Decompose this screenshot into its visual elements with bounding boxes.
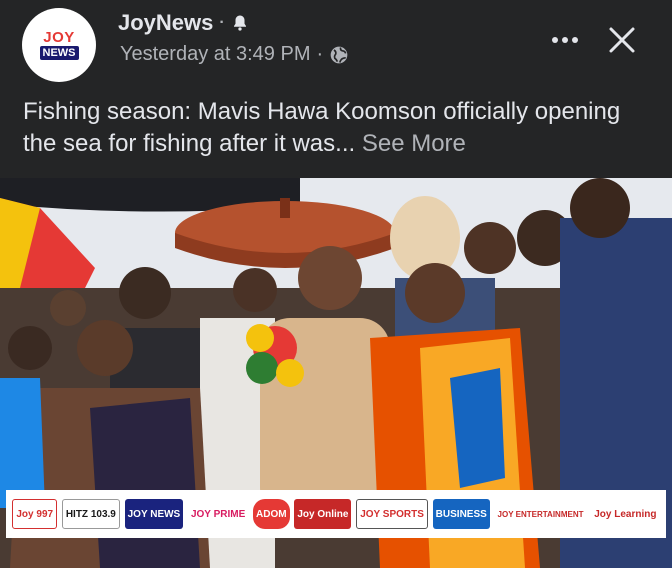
page-avatar[interactable]: JOY NEWS: [22, 8, 96, 82]
meta-separator: ·: [316, 43, 324, 65]
timestamp[interactable]: Yesterday at 3:49 PM: [120, 43, 311, 66]
bell-icon[interactable]: [231, 13, 249, 33]
globe-icon: [330, 46, 348, 63]
logo-joy997: Joy 997: [12, 499, 58, 529]
logo-line2: NEWS: [39, 46, 79, 60]
see-more-link[interactable]: See More: [362, 130, 466, 157]
post-meta: Yesterday at 3:49 PM ·: [120, 43, 349, 66]
post-header: JOY NEWS JoyNews · Yesterday at 3:49 PM …: [0, 0, 672, 88]
page-name-row: JoyNews ·: [118, 10, 249, 36]
more-options-button[interactable]: [545, 28, 585, 52]
close-icon[interactable]: [604, 22, 640, 58]
logo-entertainment: JOY ENTERTAINMENT: [494, 499, 587, 529]
logo-adom: ADOM: [253, 499, 290, 529]
media-logo-bar: Joy 997 HITZ 103.9 JOY NEWS JOY PRIME AD…: [6, 490, 666, 538]
name-separator: ·: [219, 14, 225, 31]
logo-joysports: JOY SPORTS: [356, 499, 428, 529]
dot: [562, 37, 568, 43]
page-name[interactable]: JoyNews: [118, 10, 213, 36]
dot: [552, 37, 558, 43]
logo-hitz: HITZ 103.9: [61, 499, 120, 529]
logo-business: BUSINESS: [432, 499, 490, 529]
post-caption: Fishing season: Mavis Hawa Koomson offic…: [23, 96, 653, 160]
caption-text: Fishing season: Mavis Hawa Koomson offic…: [23, 98, 621, 157]
logo-learning: Joy Learning: [591, 499, 660, 529]
logo-line1: JOY: [43, 29, 75, 46]
logo-joyprime: JOY PRIME: [187, 499, 249, 529]
joynews-logo: JOY NEWS: [35, 23, 83, 67]
logo-joyonline: Joy Online: [294, 499, 352, 529]
dot: [572, 37, 578, 43]
caption-ellipsis: ...: [335, 130, 356, 157]
logo-joynews: JOY NEWS: [124, 499, 184, 529]
